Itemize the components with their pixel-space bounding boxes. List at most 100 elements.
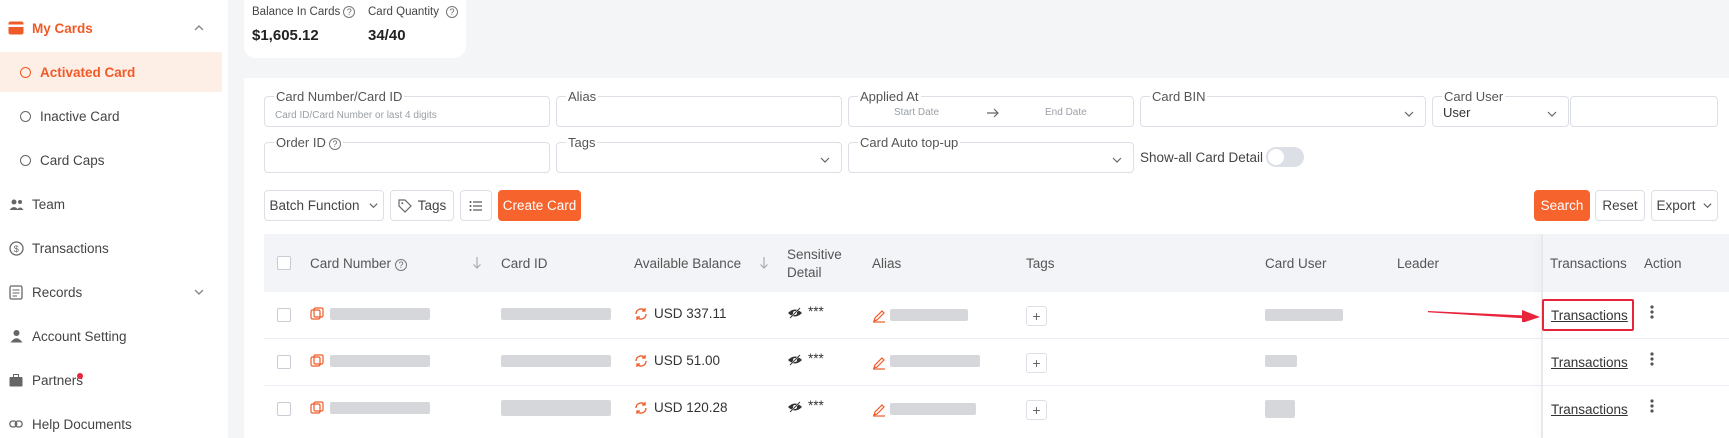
redacted-card-user <box>1265 400 1295 418</box>
row-checkbox[interactable] <box>277 355 291 369</box>
edit-icon[interactable] <box>872 309 886 323</box>
field-label: Card Auto top-up <box>858 135 961 150</box>
redacted-alias <box>890 355 980 367</box>
sidebar-item-help-documents[interactable]: Help Documents <box>0 404 222 438</box>
col-sensitive-detail: Sensitive Detail <box>787 246 842 282</box>
help-icon[interactable]: ? <box>395 259 408 271</box>
sidebar-item-label: Team <box>32 196 66 212</box>
batch-function-button[interactable]: Batch Function <box>264 190 384 221</box>
add-tag-button[interactable]: + <box>1026 400 1047 420</box>
available-balance: USD 51.00 <box>654 353 721 368</box>
help-icon[interactable]: ? <box>328 138 341 150</box>
masked-value: *** <box>808 304 824 319</box>
field-label: Alias <box>566 89 599 104</box>
search-button[interactable]: Search <box>1534 190 1590 221</box>
sidebar: My Cards Activated Card Inactive Card Ca… <box>0 0 228 438</box>
table-row[interactable]: USD 120.28 *** + Transactions <box>264 386 1729 438</box>
auto-topup-select[interactable]: Card Auto top-up <box>848 135 1134 173</box>
svg-text:$: $ <box>13 244 18 254</box>
create-card-button[interactable]: Create Card <box>498 190 581 221</box>
col-available-balance: Available Balance <box>634 256 742 271</box>
eye-off-icon[interactable] <box>787 307 803 319</box>
order-id-field[interactable]: Order ID? <box>264 135 550 173</box>
card-bin-select[interactable]: Card BIN <box>1140 89 1426 127</box>
sidebar-item-label: Account Setting <box>32 328 127 344</box>
row-checkbox[interactable] <box>277 308 291 322</box>
transactions-link[interactable]: Transactions <box>1551 402 1628 417</box>
edit-icon[interactable] <box>872 356 886 370</box>
sidebar-item-label: Inactive Card <box>40 108 120 124</box>
export-button[interactable]: Export <box>1651 190 1718 221</box>
card-user-input[interactable] <box>1570 96 1718 127</box>
copy-icon[interactable] <box>310 307 324 321</box>
reset-button[interactable]: Reset <box>1595 190 1645 221</box>
quantity-value: 34/40 <box>368 27 406 44</box>
sidebar-item-label: Records <box>32 284 83 300</box>
more-icon[interactable] <box>1650 399 1654 413</box>
sidebar-item-records[interactable]: Records <box>0 272 222 312</box>
applied-at-date-range[interactable]: Applied At Start Date End Date <box>848 89 1134 127</box>
add-tag-button[interactable]: + <box>1026 306 1047 326</box>
copy-icon[interactable] <box>310 401 324 415</box>
col-transactions: Transactions <box>1550 256 1627 271</box>
refresh-icon[interactable] <box>634 401 648 415</box>
tags-select[interactable]: Tags <box>556 135 842 173</box>
card-icon <box>8 20 24 36</box>
add-tag-button[interactable]: + <box>1026 353 1047 373</box>
show-all-toggle[interactable] <box>1266 147 1304 167</box>
card-user-select[interactable]: Card User User <box>1432 89 1569 127</box>
team-icon <box>8 196 24 212</box>
refresh-icon[interactable] <box>634 354 648 368</box>
sidebar-item-label: Card Caps <box>40 152 105 168</box>
sidebar-item-activated-card[interactable]: Activated Card <box>0 52 222 92</box>
table-row[interactable]: USD 51.00 *** + Transactions <box>264 339 1729 386</box>
sidebar-item-inactive-card[interactable]: Inactive Card <box>0 96 222 136</box>
chevron-down-icon <box>1112 157 1122 163</box>
sort-icon[interactable] <box>759 256 769 270</box>
tags-button[interactable]: Tags <box>390 190 454 221</box>
help-icon[interactable]: ? <box>343 6 356 18</box>
card-number-field[interactable]: Card Number/Card ID Card ID/Card Number … <box>264 89 550 127</box>
chevron-up-icon[interactable] <box>192 21 206 35</box>
edit-icon[interactable] <box>872 403 886 417</box>
row-checkbox[interactable] <box>277 402 291 416</box>
sidebar-item-card-caps[interactable]: Card Caps <box>0 140 222 180</box>
sidebar-item-label: Activated Card <box>40 64 136 80</box>
copy-icon[interactable] <box>310 354 324 368</box>
col-card-number-label: Card Number <box>310 256 392 271</box>
sidebar-item-label: Help Documents <box>32 416 132 432</box>
masked-value: *** <box>808 398 824 413</box>
field-label: Card Number/Card ID <box>274 89 405 104</box>
column-settings-button[interactable] <box>460 190 492 221</box>
sidebar-item-label: Partners <box>32 372 84 388</box>
alias-field[interactable]: Alias <box>556 89 842 127</box>
redacted-alias <box>890 309 968 321</box>
sidebar-item-team[interactable]: Team <box>0 184 222 224</box>
chevron-down-icon <box>1547 111 1557 117</box>
sort-icon[interactable] <box>472 256 482 270</box>
annotation-highlight-box <box>1542 299 1634 331</box>
transactions-link[interactable]: Transactions <box>1551 355 1628 370</box>
sidebar-item-my-cards[interactable]: My Cards <box>0 8 222 48</box>
select-all-checkbox[interactable] <box>277 256 291 270</box>
field-label: Card User <box>1442 89 1506 104</box>
more-icon[interactable] <box>1650 352 1654 366</box>
sidebar-item-transactions[interactable]: $ Transactions <box>0 228 222 268</box>
sidebar-item-partners[interactable]: Partners <box>0 360 222 400</box>
chevron-down-icon[interactable] <box>192 285 206 299</box>
redacted-alias <box>890 403 976 415</box>
more-icon[interactable] <box>1650 305 1654 319</box>
help-icon[interactable]: ? <box>445 6 458 18</box>
eye-off-icon[interactable] <box>787 354 803 366</box>
chevron-down-icon <box>1702 203 1712 209</box>
refresh-icon[interactable] <box>634 307 648 321</box>
tag-icon <box>398 198 412 213</box>
table-header: Card Number? Card ID Available Balance S… <box>264 234 1729 292</box>
eye-off-icon[interactable] <box>787 401 803 413</box>
annotation-arrow-icon <box>1428 310 1540 322</box>
sidebar-item-account-setting[interactable]: Account Setting <box>0 316 222 356</box>
arrow-right-icon <box>987 108 999 118</box>
redacted-card-number <box>330 402 430 414</box>
order-id-label: Order ID <box>276 135 326 150</box>
col-sensitive-line1: Sensitive <box>787 247 842 262</box>
